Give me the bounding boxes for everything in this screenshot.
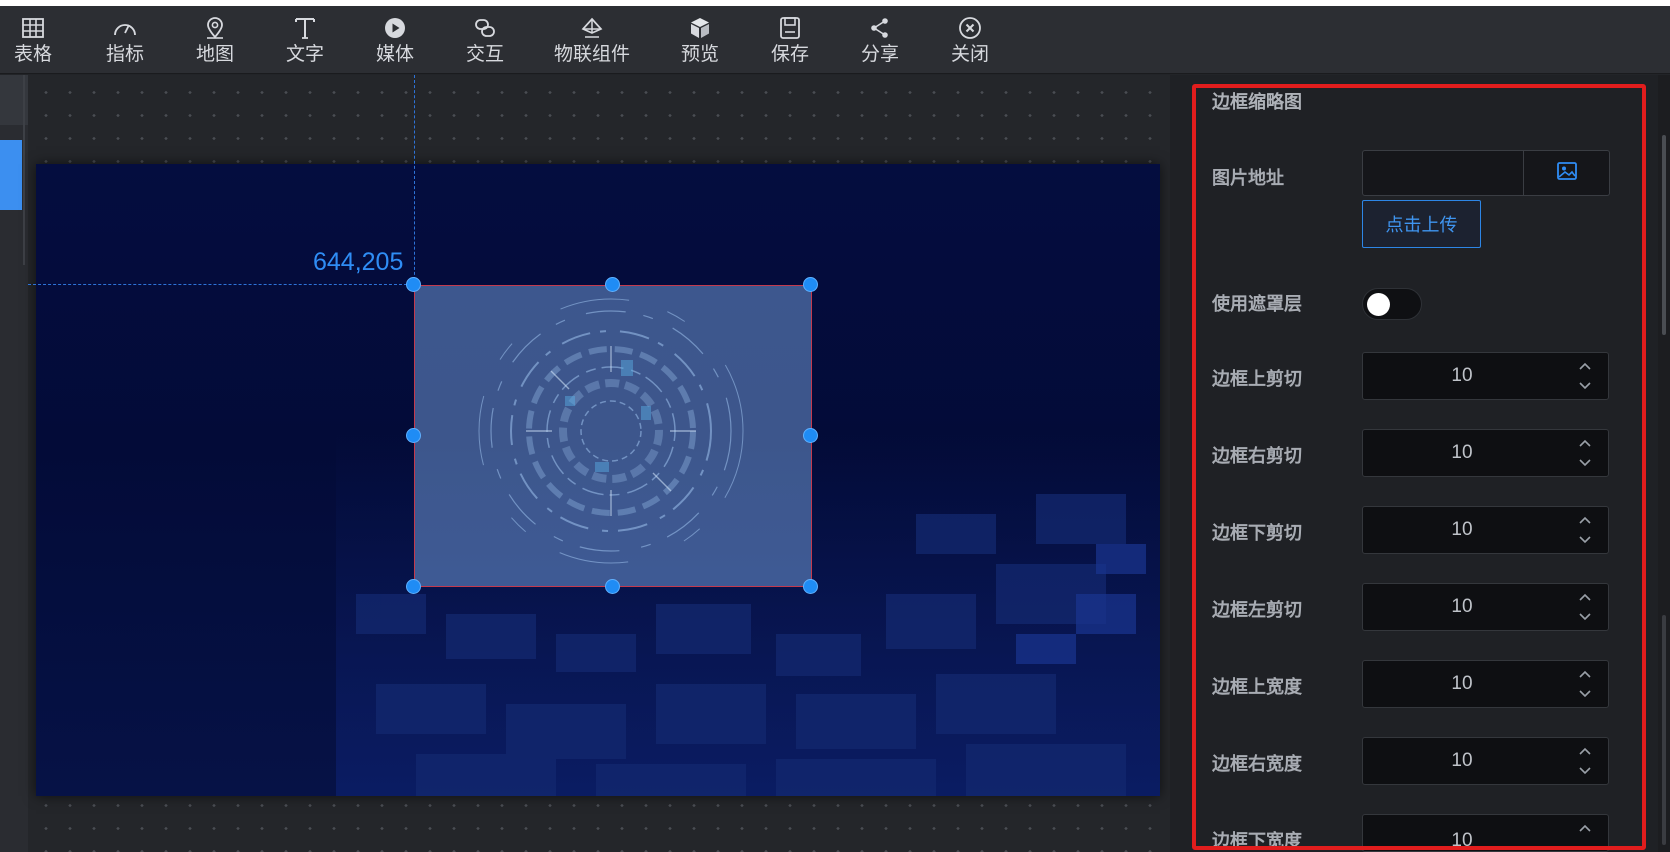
- table-icon: [18, 14, 48, 42]
- upload-button[interactable]: 点击上传: [1362, 200, 1481, 248]
- toolbar-label: 地图: [195, 43, 234, 65]
- vertical-guide-line: [414, 75, 415, 285]
- increment-chevron-up-icon[interactable]: [1576, 588, 1594, 606]
- link-icon: [470, 14, 500, 42]
- bottom-width-input[interactable]: 10: [1362, 814, 1609, 852]
- tech-circle-graphic: [478, 298, 744, 564]
- close-circle-icon: [955, 14, 985, 42]
- toolbar-label: 文字: [285, 43, 324, 65]
- section-title: 边框缩略图: [1212, 92, 1302, 113]
- save-icon: [775, 14, 805, 42]
- field-label-top-width: 边框上宽度: [1212, 677, 1302, 698]
- resize-handle-top-right[interactable]: [803, 277, 818, 292]
- resize-handle-right[interactable]: [803, 428, 818, 443]
- map-pin-icon: [200, 14, 230, 42]
- play-icon: [380, 14, 410, 42]
- layer-strip-scroll[interactable]: [23, 75, 25, 265]
- image-url-label: 图片地址: [1212, 168, 1284, 189]
- layer-strip-active-item[interactable]: [0, 140, 22, 210]
- number-value: 10: [1451, 519, 1473, 540]
- toolbar-preview-button[interactable]: 预览: [680, 14, 720, 72]
- text-icon: [290, 14, 320, 42]
- decrement-chevron-down-icon[interactable]: [1576, 608, 1594, 626]
- toolbar-iot-button[interactable]: 物联组件: [554, 14, 631, 72]
- field-label-left-slice: 边框左剪切: [1212, 600, 1302, 621]
- number-value: 10: [1451, 750, 1473, 771]
- increment-chevron-up-icon[interactable]: [1576, 434, 1594, 452]
- image-picker-button[interactable]: [1524, 150, 1610, 196]
- left-layer-strip: [0, 75, 28, 852]
- cube-icon: [685, 14, 715, 42]
- resize-handle-bottom[interactable]: [605, 579, 620, 594]
- increment-chevron-up-icon[interactable]: [1576, 819, 1594, 837]
- right-slice-input[interactable]: 10: [1362, 429, 1609, 477]
- image-icon: [1556, 161, 1578, 185]
- number-value: 10: [1451, 442, 1473, 463]
- toolbar-label: 表格: [14, 43, 53, 65]
- resize-handle-top[interactable]: [605, 277, 620, 292]
- increment-chevron-up-icon[interactable]: [1576, 742, 1594, 760]
- decrement-chevron-down-icon[interactable]: [1576, 454, 1594, 472]
- field-label-right-width: 边框右宽度: [1212, 754, 1302, 775]
- field-label-bottom-width: 边框下宽度: [1212, 831, 1302, 852]
- bottom-slice-input[interactable]: 10: [1362, 506, 1609, 554]
- decrement-chevron-down-icon[interactable]: [1576, 377, 1594, 395]
- right-width-input[interactable]: 10: [1362, 737, 1609, 785]
- toolbar-save-button[interactable]: 保存: [770, 14, 810, 72]
- share-icon: [865, 14, 895, 42]
- toolbar-text-button[interactable]: 文字: [285, 14, 325, 72]
- editor-app: 表格 指标 地图 文字 媒体 交互 物联组件 预览 保存 分享 关闭 644,2…: [0, 0, 1670, 852]
- toolbar-label: 保存: [770, 43, 809, 65]
- toolbar-label: 物联组件: [554, 43, 631, 65]
- toolbar-indicator-button[interactable]: 指标: [105, 14, 145, 72]
- left-slice-input[interactable]: 10: [1362, 583, 1609, 631]
- toolbar-share-button[interactable]: 分享: [860, 14, 900, 72]
- field-label-bottom-slice: 边框下剪切: [1212, 523, 1302, 544]
- number-value: 10: [1451, 365, 1473, 386]
- mask-layer-label: 使用遮罩层: [1212, 294, 1302, 315]
- increment-chevron-up-icon[interactable]: [1576, 665, 1594, 683]
- toolbar-label: 关闭: [950, 43, 989, 65]
- resize-handle-top-left[interactable]: [406, 277, 421, 292]
- resize-handle-bottom-left[interactable]: [406, 579, 421, 594]
- scrollbar-thumb-secondary[interactable]: [1662, 615, 1666, 845]
- toolbar-interaction-button[interactable]: 交互: [465, 14, 505, 72]
- toolbar-close-button[interactable]: 关闭: [950, 14, 990, 72]
- field-label-top-slice: 边框上剪切: [1212, 369, 1302, 390]
- top-slice-input[interactable]: 10: [1362, 352, 1609, 400]
- horizontal-guide-line: [28, 284, 412, 285]
- iot-icon: [577, 14, 607, 42]
- decrement-chevron-down-icon[interactable]: [1576, 685, 1594, 703]
- selected-border-component[interactable]: [414, 285, 812, 587]
- toolbar-label: 交互: [465, 43, 504, 65]
- number-value: 10: [1451, 596, 1473, 617]
- decrement-chevron-down-icon[interactable]: [1576, 762, 1594, 780]
- resize-handle-bottom-right[interactable]: [803, 579, 818, 594]
- increment-chevron-up-icon[interactable]: [1576, 357, 1594, 375]
- image-url-input[interactable]: [1362, 150, 1524, 196]
- position-readout: 644,205: [313, 248, 404, 276]
- number-value: 10: [1451, 830, 1473, 851]
- panel-scrollbar[interactable]: [1658, 75, 1670, 852]
- increment-chevron-up-icon[interactable]: [1576, 511, 1594, 529]
- toolbar-label: 分享: [860, 43, 899, 65]
- gauge-icon: [110, 14, 140, 42]
- toolbar-map-button[interactable]: 地图: [195, 14, 235, 72]
- field-label-right-slice: 边框右剪切: [1212, 446, 1302, 467]
- mask-layer-toggle[interactable]: [1362, 288, 1422, 320]
- toggle-knob: [1367, 293, 1390, 316]
- toolbar-media-button[interactable]: 媒体: [375, 14, 415, 72]
- toolbar-label: 预览: [680, 43, 719, 65]
- scrollbar-thumb[interactable]: [1662, 135, 1666, 335]
- toolbar-label: 媒体: [375, 43, 414, 65]
- resize-handle-left[interactable]: [406, 428, 421, 443]
- top-width-input[interactable]: 10: [1362, 660, 1609, 708]
- number-value: 10: [1451, 673, 1473, 694]
- toolbar-table-button[interactable]: 表格: [14, 14, 52, 72]
- toolbar-label: 指标: [105, 43, 144, 65]
- decrement-chevron-down-icon[interactable]: [1576, 531, 1594, 549]
- top-toolbar: 表格 指标 地图 文字 媒体 交互 物联组件 预览 保存 分享 关闭: [0, 6, 1670, 74]
